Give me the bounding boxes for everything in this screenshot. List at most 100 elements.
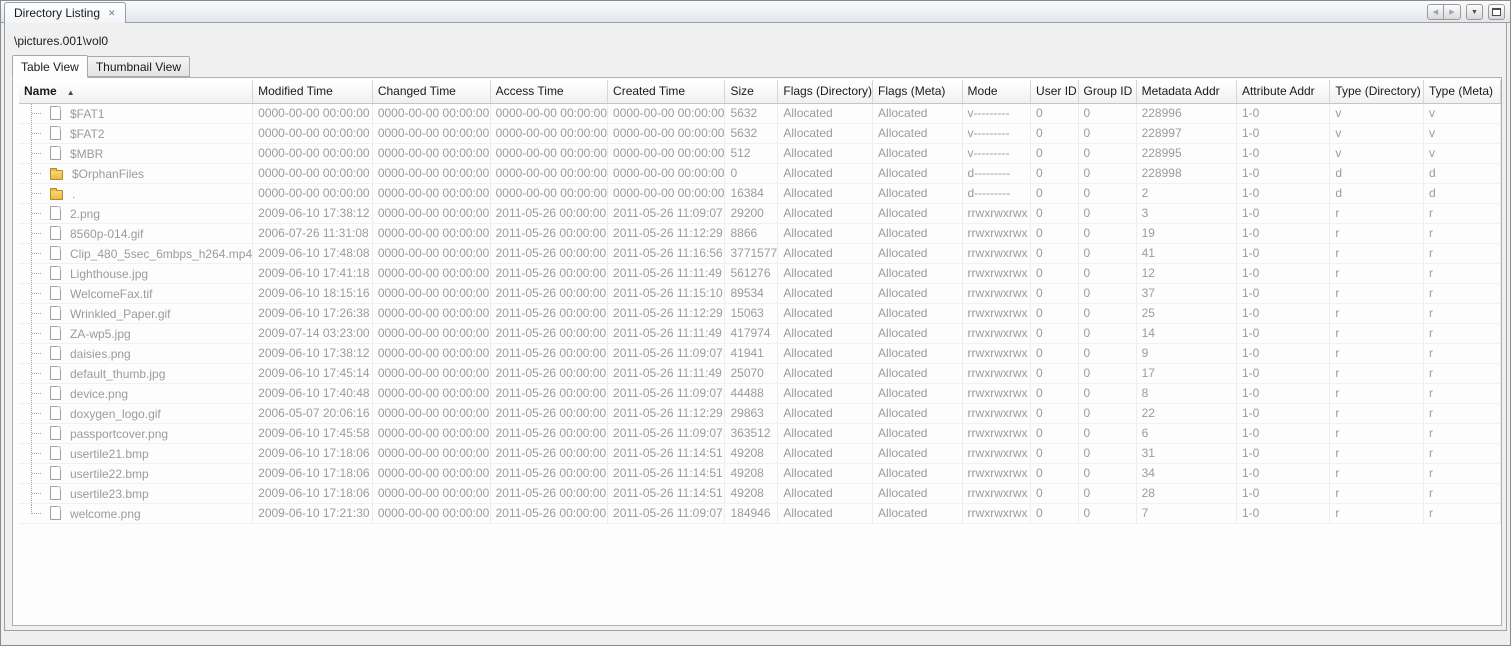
tree-connector (31, 444, 32, 463)
column-header-size[interactable]: Size (725, 80, 778, 103)
table-row[interactable]: passportcover.png2009-06-10 17:45:580000… (19, 423, 1501, 443)
table-row[interactable]: $FAT20000-00-00 00:00:000000-00-00 00:00… (19, 123, 1501, 143)
table-row[interactable]: Clip_480_5sec_6mbps_h264.mp42009-06-10 1… (19, 243, 1501, 263)
column-header-modified_time[interactable]: Modified Time (253, 80, 373, 103)
cell-user_id: 0 (1031, 243, 1079, 263)
cell-modified_time: 2009-06-10 17:40:48 (253, 383, 373, 403)
table-row[interactable]: default_thumb.jpg2009-06-10 17:45:140000… (19, 363, 1501, 383)
file-name: Clip_480_5sec_6mbps_h264.mp4 (70, 246, 252, 260)
cell-access_time: 0000-00-00 00:00:00 (490, 183, 607, 203)
cell-flags_directory: Allocated (778, 443, 873, 463)
tree-connector (31, 324, 32, 343)
tab-thumbnail-view[interactable]: Thumbnail View (87, 56, 190, 77)
column-header-name[interactable]: Name▲ (19, 80, 253, 103)
table-row[interactable]: daisies.png2009-06-10 17:38:120000-00-00… (19, 343, 1501, 363)
table-row[interactable]: .0000-00-00 00:00:000000-00-00 00:00:000… (19, 183, 1501, 203)
cell-flags_directory: Allocated (778, 243, 873, 263)
table-row[interactable]: device.png2009-06-10 17:40:480000-00-00 … (19, 383, 1501, 403)
cell-type_meta: r (1423, 443, 1500, 463)
cell-changed_time: 0000-00-00 00:00:00 (372, 463, 490, 483)
file-icon (50, 106, 61, 120)
column-header-changed_time[interactable]: Changed Time (372, 80, 490, 103)
table-row[interactable]: usertile23.bmp2009-06-10 17:18:060000-00… (19, 483, 1501, 503)
table-row[interactable]: doxygen_logo.gif2006-05-07 20:06:160000-… (19, 403, 1501, 423)
cell-metadata_addr: 9 (1136, 343, 1236, 363)
table-row[interactable]: $FAT10000-00-00 00:00:000000-00-00 00:00… (19, 103, 1501, 123)
file-icon (50, 286, 61, 300)
cell-group_id: 0 (1078, 503, 1136, 523)
cell-metadata_addr: 228997 (1136, 123, 1236, 143)
table-row[interactable]: $MBR0000-00-00 00:00:000000-00-00 00:00:… (19, 143, 1501, 163)
table-row[interactable]: Wrinkled_Paper.gif2009-06-10 17:26:38000… (19, 303, 1501, 323)
cell-flags_directory: Allocated (778, 423, 873, 443)
cell-modified_time: 2006-05-07 20:06:16 (253, 403, 373, 423)
column-header-created_time[interactable]: Created Time (608, 80, 725, 103)
cell-flags_directory: Allocated (778, 183, 873, 203)
column-header-flags_directory[interactable]: Flags (Directory) (778, 80, 873, 103)
cell-flags_meta: Allocated (873, 163, 963, 183)
cell-attribute_addr: 1-0 (1236, 483, 1329, 503)
cell-mode: rrwxrwxrwx (962, 203, 1031, 223)
column-header-type_directory[interactable]: Type (Directory) (1330, 80, 1424, 103)
column-header-access_time[interactable]: Access Time (490, 80, 607, 103)
status-bar (1, 632, 1510, 645)
cell-created_time: 2011-05-26 11:11:49 (608, 363, 725, 383)
column-header-flags_meta[interactable]: Flags (Meta) (873, 80, 963, 103)
cell-flags_meta: Allocated (873, 103, 963, 123)
cell-created_time: 2011-05-26 11:12:29 (608, 403, 725, 423)
table-row[interactable]: WelcomeFax.tif2009-06-10 18:15:160000-00… (19, 283, 1501, 303)
scroll-right-button[interactable]: ▶ (1444, 4, 1461, 20)
cell-modified_time: 0000-00-00 00:00:00 (253, 103, 373, 123)
right-arrow-icon: ▶ (1449, 9, 1454, 16)
cell-attribute_addr: 1-0 (1236, 283, 1329, 303)
cell-name: $FAT2 (19, 123, 253, 143)
column-label: User ID (1036, 84, 1077, 98)
column-header-user_id[interactable]: User ID (1031, 80, 1079, 103)
table-row[interactable]: 2.png2009-06-10 17:38:120000-00-00 00:00… (19, 203, 1501, 223)
scroll-left-button[interactable]: ◀ (1427, 4, 1444, 20)
window-controls: ◀ ▶ ▼ (1427, 4, 1505, 20)
file-name: usertile23.bmp (70, 486, 149, 500)
cell-flags_meta: Allocated (873, 463, 963, 483)
column-label: Modified Time (258, 84, 333, 98)
table-row[interactable]: usertile21.bmp2009-06-10 17:18:060000-00… (19, 443, 1501, 463)
tree-connector (31, 104, 32, 123)
maximize-button[interactable] (1488, 4, 1505, 20)
column-header-metadata_addr[interactable]: Metadata Addr (1136, 80, 1236, 103)
file-icon (50, 506, 61, 520)
column-header-mode[interactable]: Mode (962, 80, 1031, 103)
tab-table-view[interactable]: Table View (12, 55, 88, 78)
file-name: default_thumb.jpg (70, 366, 165, 380)
cell-created_time: 0000-00-00 00:00:00 (608, 163, 725, 183)
cell-flags_directory: Allocated (778, 143, 873, 163)
file-icon (50, 366, 61, 380)
cell-user_id: 0 (1031, 323, 1079, 343)
cell-created_time: 2011-05-26 11:11:49 (608, 323, 725, 343)
cell-modified_time: 2009-06-10 17:45:14 (253, 363, 373, 383)
cell-type_directory: d (1330, 183, 1424, 203)
column-header-type_meta[interactable]: Type (Meta) (1423, 80, 1500, 103)
column-label: Metadata Addr (1142, 84, 1220, 98)
table-row[interactable]: Lighthouse.jpg2009-06-10 17:41:180000-00… (19, 263, 1501, 283)
cell-type_meta: r (1423, 303, 1500, 323)
cell-size: 8866 (725, 223, 778, 243)
table-row[interactable]: 8560p-014.gif2006-07-26 11:31:080000-00-… (19, 223, 1501, 243)
cell-attribute_addr: 1-0 (1236, 103, 1329, 123)
cell-mode: rrwxrwxrwx (962, 243, 1031, 263)
tab-directory-listing[interactable]: Directory Listing ✕ (4, 2, 126, 23)
table-row[interactable]: usertile22.bmp2009-06-10 17:18:060000-00… (19, 463, 1501, 483)
table-row[interactable]: $OrphanFiles0000-00-00 00:00:000000-00-0… (19, 163, 1501, 183)
cell-access_time: 2011-05-26 00:00:00 (490, 263, 607, 283)
close-icon[interactable]: ✕ (107, 8, 117, 19)
table-row[interactable]: welcome.png2009-06-10 17:21:300000-00-00… (19, 503, 1501, 523)
cell-modified_time: 2009-06-10 17:26:38 (253, 303, 373, 323)
cell-created_time: 2011-05-26 11:09:07 (608, 503, 725, 523)
cell-attribute_addr: 1-0 (1236, 203, 1329, 223)
column-header-attribute_addr[interactable]: Attribute Addr (1236, 80, 1329, 103)
column-header-group_id[interactable]: Group ID (1078, 80, 1136, 103)
cell-user_id: 0 (1031, 363, 1079, 383)
cell-flags_meta: Allocated (873, 363, 963, 383)
file-name: passportcover.png (70, 426, 168, 440)
table-row[interactable]: ZA-wp5.jpg2009-07-14 03:23:000000-00-00 … (19, 323, 1501, 343)
tab-list-dropdown-button[interactable]: ▼ (1466, 4, 1483, 20)
